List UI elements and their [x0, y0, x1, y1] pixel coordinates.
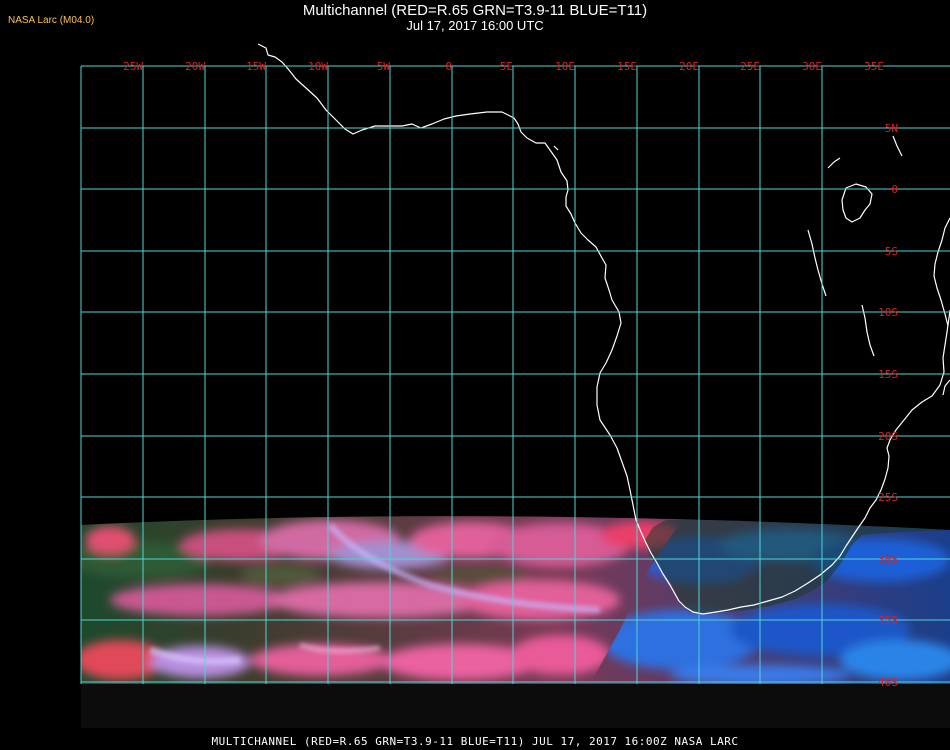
lat-label: 5S: [885, 245, 898, 258]
lon-label: 25W: [123, 60, 143, 73]
footer-caption: MULTICHANNEL (RED=R.65 GRN=T3.9-11 BLUE=…: [211, 735, 739, 748]
lake-victoria: [841, 183, 873, 223]
map-title: Multichannel (RED=R.65 GRN=T3.9-11 BLUE=…: [302, 2, 648, 19]
lon-label: 5E: [500, 60, 513, 73]
agency-label: NASA Larc (M04.0): [8, 15, 95, 26]
coastline-madagascar: [942, 379, 950, 396]
lake-tanganyika: [807, 229, 827, 297]
lon-label: 35E: [864, 60, 884, 73]
lon-label: 10E: [555, 60, 575, 73]
lat-label: 5N: [885, 122, 898, 135]
satellite-imagery: [81, 516, 950, 684]
lat-label: 0: [891, 183, 898, 196]
island-bioko: [553, 145, 559, 151]
lake-albert: [827, 157, 841, 169]
lat-label: 25S: [878, 491, 898, 504]
nodata-strip: [81, 684, 950, 728]
lat-label: 30S: [878, 553, 898, 566]
satellite-map: 25W 20W 15W 10W 5W 0 5E 10E 15E 20E 25E 30E 35E 5N 0 5…: [80, 43, 950, 728]
lon-label: 30E: [802, 60, 822, 73]
lon-label: 5W: [377, 60, 391, 73]
lon-label: 15E: [617, 60, 637, 73]
lon-label: 20E: [679, 60, 699, 73]
lat-label: 35S: [878, 614, 898, 627]
lake-turkana: [892, 135, 903, 157]
lon-label: 10W: [308, 60, 328, 73]
lon-label: 15W: [246, 60, 266, 73]
lat-label: 40S: [878, 676, 898, 689]
lon-label: 20W: [185, 60, 205, 73]
lat-label: 15S: [878, 368, 898, 381]
lat-label: 10S: [878, 306, 898, 319]
map-timestamp: Jul 17, 2017 16:00 UTC: [406, 18, 544, 33]
coastline-east: [933, 217, 950, 327]
lat-label: 20S: [878, 430, 898, 443]
lon-label: 25E: [740, 60, 760, 73]
lon-label: 0: [445, 60, 452, 73]
lake-malawi: [861, 304, 875, 357]
